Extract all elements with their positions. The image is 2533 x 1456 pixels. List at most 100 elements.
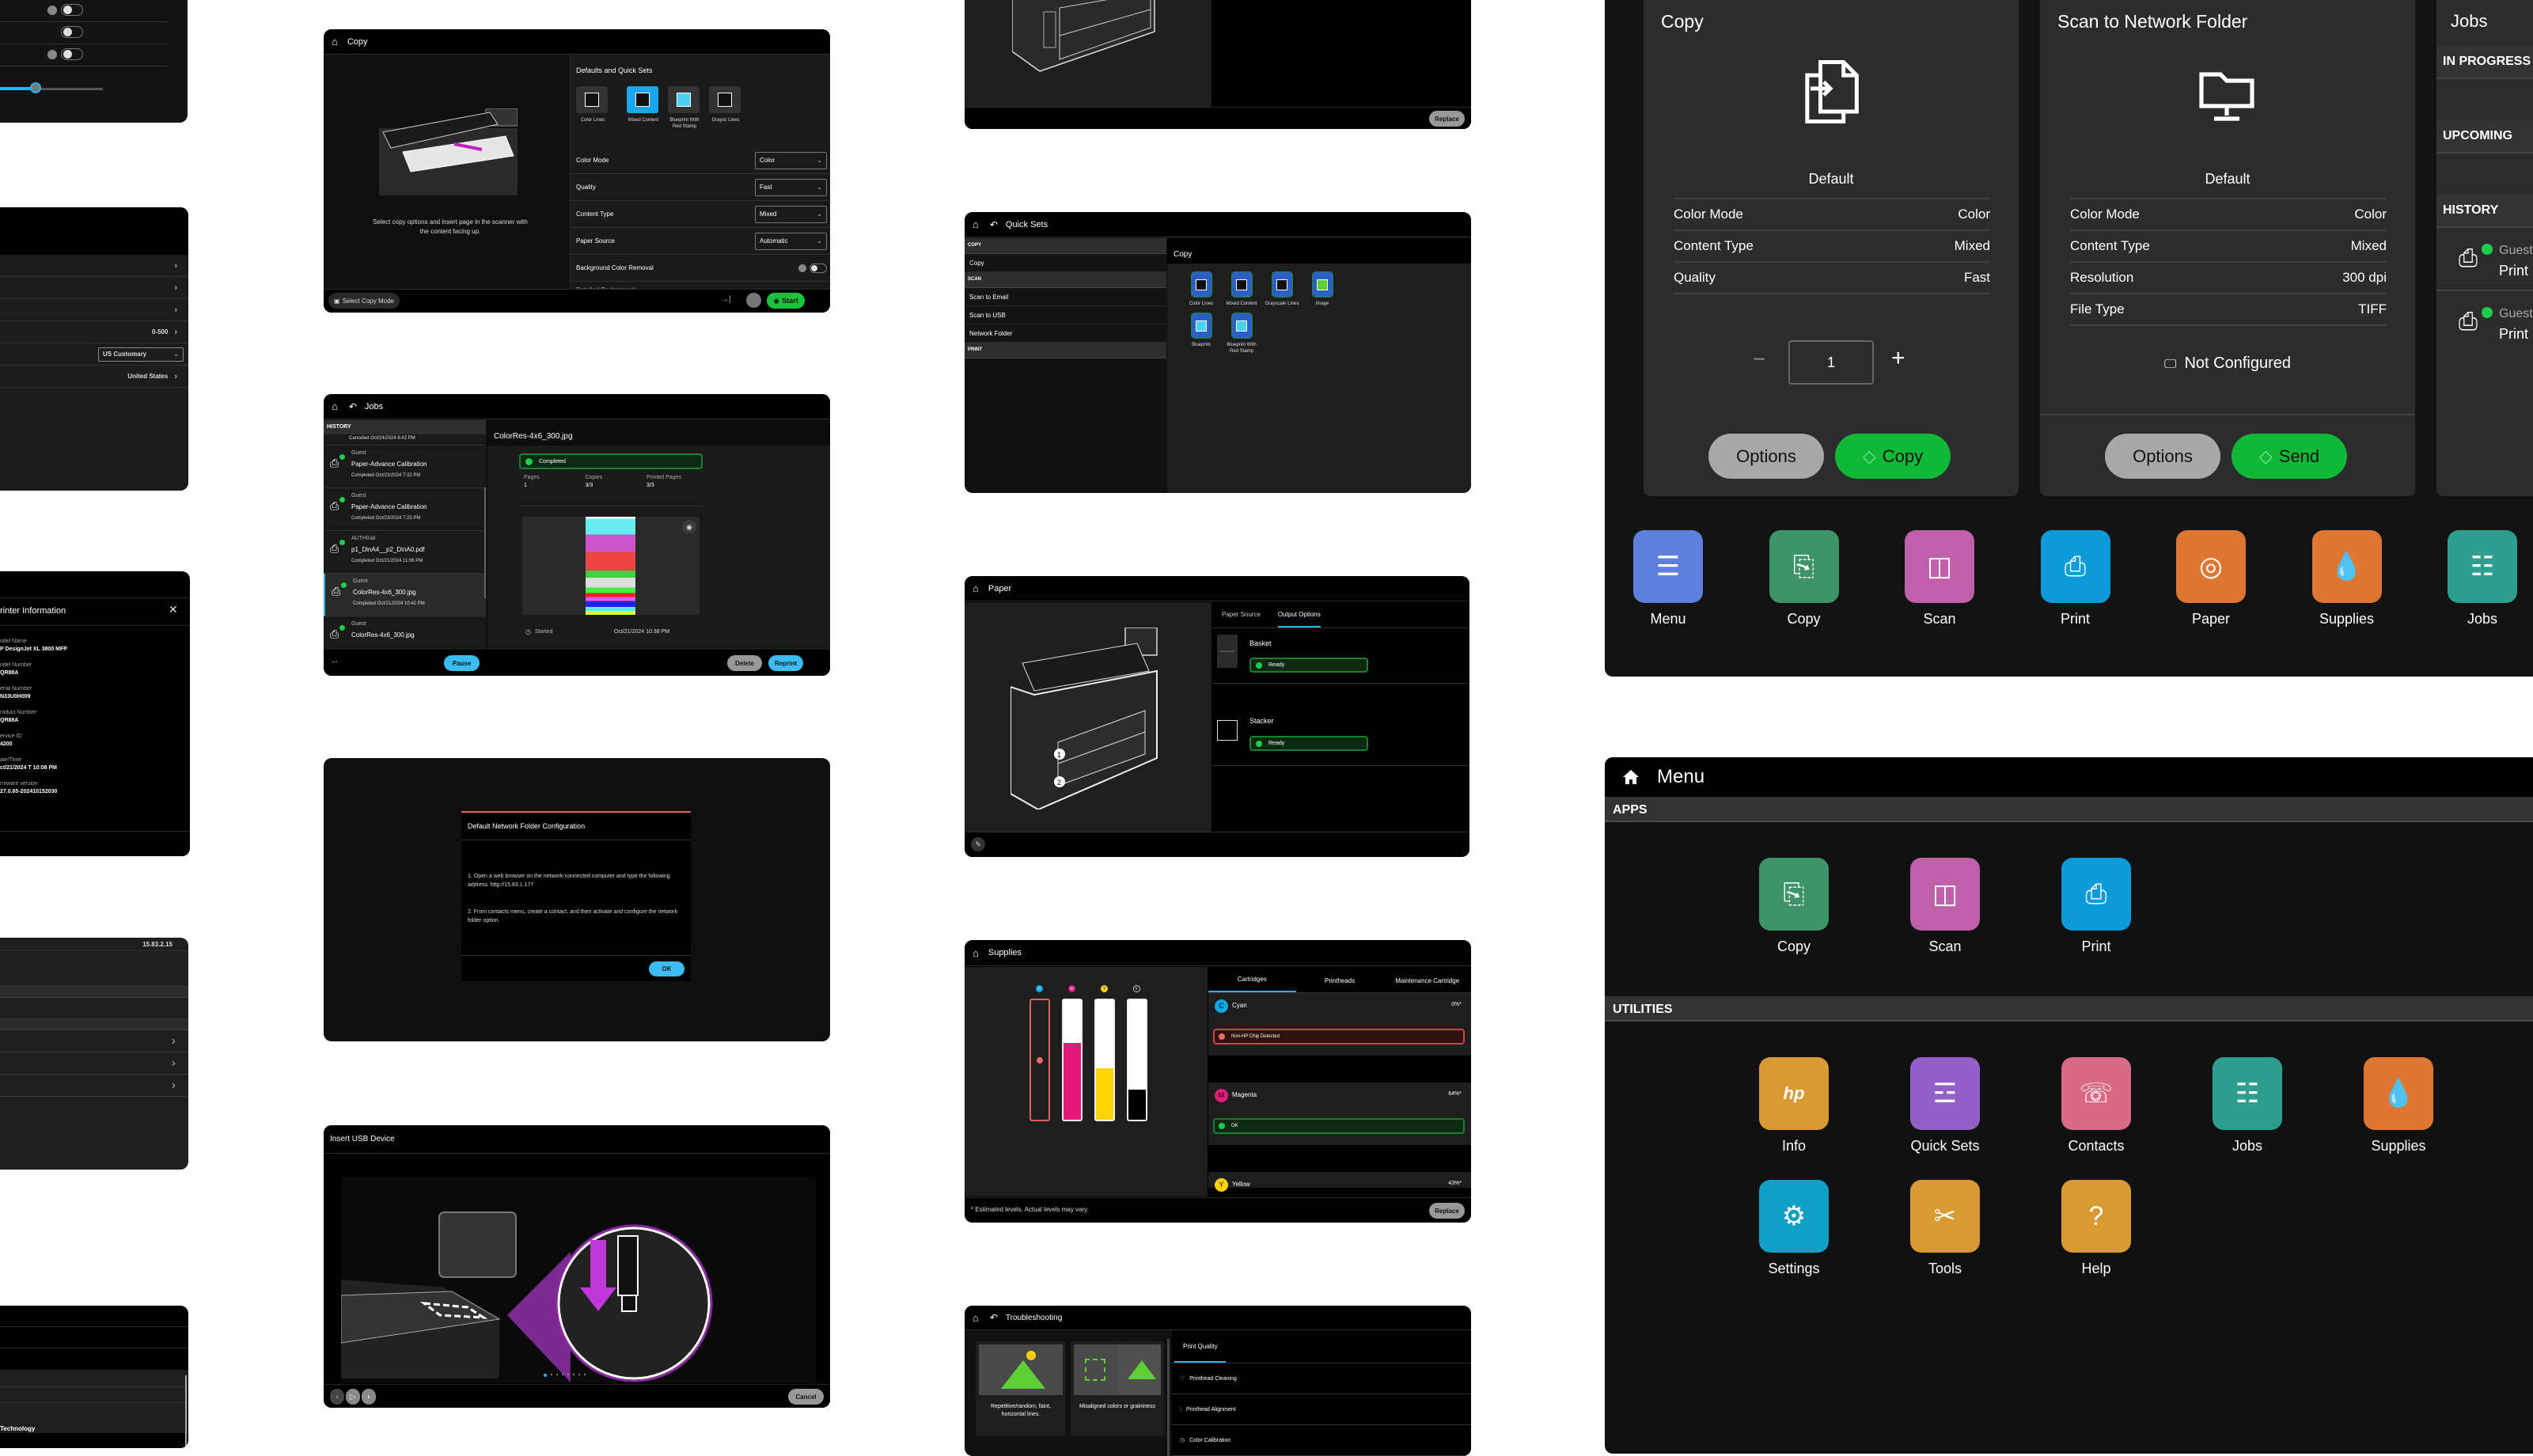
cartridge-item[interactable]: C Cyan 0%* Non-HP Chip Detected [1208, 993, 1471, 1056]
tile-copy[interactable]: ⎘ Copy [1743, 858, 1845, 955]
ink-level-bar[interactable] [1127, 999, 1147, 1121]
copies-increment[interactable]: + [1891, 345, 1905, 372]
settings-round-button[interactable] [746, 293, 761, 308]
settings-list-row[interactable]: United States › [0, 366, 188, 388]
job-list-item[interactable]: ⎙ Guest Print [2436, 293, 2533, 355]
settings-list-row[interactable]: 0-500 › [0, 321, 188, 343]
tab-printheads[interactable]: Printheads [1296, 977, 1384, 992]
tab-paper-source[interactable]: Paper Source [1222, 611, 1261, 628]
home-icon[interactable]: ⌂ [973, 218, 979, 230]
delete-button[interactable]: Delete [727, 655, 762, 671]
quickset-tile[interactable]: Graysc Lines [709, 86, 742, 123]
info-icon[interactable] [47, 50, 57, 59]
page-dot[interactable] [562, 1374, 563, 1375]
setting-dropdown[interactable]: Fast ⌄ [755, 178, 827, 196]
troubleshoot-card[interactable]: Misaligned colors or graininess [1071, 1341, 1164, 1436]
setting-dropdown[interactable]: Mixed ⌄ [755, 205, 827, 223]
sidebar-item[interactable]: Scan to Email [965, 288, 1166, 306]
toggle-switch[interactable] [61, 26, 83, 38]
tile-paper[interactable]: ◎ Paper [2160, 530, 2262, 628]
page-dot[interactable] [551, 1374, 552, 1375]
play-button[interactable]: ▷ [346, 1389, 360, 1405]
home-icon[interactable]: ⌂ [332, 36, 338, 47]
tile-jobs[interactable]: ☷ Jobs [2197, 1057, 2298, 1155]
job-list-item[interactable]: ⎙ Guest Paper-Advance Calibration Completed… [324, 446, 486, 488]
page-dot[interactable] [567, 1374, 569, 1375]
job-list-item[interactable]: ⎙ Guest Print [2436, 229, 2533, 291]
cartridge-item[interactable]: Y Yellow 43%* [1208, 1172, 1471, 1192]
tile-tools[interactable]: ✂ Tools [1894, 1180, 1996, 1277]
sidebar-item[interactable]: Scan to USB [965, 306, 1166, 324]
tab-maintenance-cartridge[interactable]: Maintenance Cartridge [1383, 977, 1471, 992]
sidebar-item[interactable]: Network Folder [965, 324, 1166, 343]
more-button[interactable]: ... [332, 656, 338, 664]
home-icon[interactable]: ⌂ [973, 582, 979, 594]
ok-button[interactable]: OK [649, 961, 684, 976]
send-button[interactable]: ◇ Send [2232, 434, 2347, 479]
skip-icon[interactable]: →| [721, 295, 731, 304]
start-button[interactable]: ◉ Start [767, 293, 805, 309]
copy-start-button[interactable]: ◇ Copy [1835, 434, 1951, 479]
tile-copy[interactable]: ⎘ Copy [1754, 530, 1855, 628]
tile-print[interactable]: ⎙ Print [2025, 530, 2126, 628]
tab-output-options[interactable]: Output Options [1277, 611, 1321, 628]
ink-level-bar[interactable] [1030, 999, 1050, 1121]
troubleshooting-item[interactable]: ⁞ Printhead Alignment [1172, 1394, 1471, 1425]
tile-scan[interactable]: ◫ Scan [1894, 858, 1996, 955]
setting-dropdown[interactable]: Automatic ⌄ [755, 232, 827, 250]
scan-options-button[interactable]: Options [2105, 434, 2220, 479]
tile-jobs[interactable]: ☷ Jobs [2432, 530, 2533, 628]
quickset-tile[interactable]: Blueprint With Red Stamp [668, 86, 701, 130]
troubleshooting-item[interactable]: ♡ Printhead Cleaning [1172, 1363, 1471, 1394]
tile-scan[interactable]: ◫ Scan [1889, 530, 1990, 628]
list-item-label[interactable]: Technology [0, 1425, 35, 1432]
settings-list-row[interactable]: › [0, 277, 188, 299]
page-dot[interactable] [573, 1374, 574, 1375]
replace-button[interactable]: Replace [1429, 111, 1465, 127]
tile-info[interactable]: hp Info [1743, 1057, 1845, 1155]
page-dot[interactable] [556, 1374, 558, 1375]
tab-cartridges[interactable]: Cartridges [1208, 976, 1296, 992]
troubleshooting-item[interactable]: ◷ Color Calibration [1172, 1425, 1471, 1456]
settings-list-row[interactable]: › [0, 255, 188, 277]
output-item[interactable]: BasketReady Basket Ready [1212, 628, 1469, 684]
list-item[interactable]: › [0, 1075, 188, 1097]
tile-print[interactable]: ⎙ Print [2046, 858, 2147, 955]
tile-settings[interactable]: ⚙ Settings [1743, 1180, 1845, 1277]
page-dot[interactable] [584, 1374, 586, 1375]
tile-menu[interactable]: ☰ Menu [1617, 530, 1719, 628]
page-dot[interactable] [578, 1374, 580, 1375]
troubleshoot-card[interactable]: Repetitive/random, faint, horizontal lin… [976, 1341, 1066, 1436]
scrollbar[interactable] [484, 487, 486, 598]
preview-eye-icon[interactable]: ◉ [682, 520, 696, 534]
cartridge-item[interactable]: M Magenta 64%* OK [1208, 1083, 1471, 1145]
home-icon[interactable] [1621, 768, 1641, 787]
tile-supplies[interactable]: 💧 Supplies [2296, 530, 2398, 628]
job-list-item[interactable]: ⎙ AUTH\rial p1_DinA4__p2_DinA0.pdf Complete… [324, 531, 486, 574]
home-icon[interactable]: ⌂ [332, 400, 338, 412]
pause-button[interactable]: Pause [444, 655, 480, 671]
quickset-tile[interactable]: Mixed Content [1223, 271, 1260, 307]
tile-supplies[interactable]: 💧 Supplies [2348, 1057, 2449, 1155]
slider-handle[interactable] [30, 82, 41, 93]
units-dropdown[interactable]: US Customary ⌄ [98, 347, 184, 362]
replace-button[interactable]: Replace [1429, 1203, 1465, 1219]
maintenance-icon[interactable]: ✎ [971, 837, 985, 851]
select-copy-mode-button[interactable]: ▣ Select Copy Mode [328, 293, 400, 309]
back-icon[interactable]: ↶ [349, 401, 357, 412]
quickset-tile[interactable]: Color Lines [576, 86, 609, 123]
quickset-tile[interactable]: Mixed Content [627, 86, 660, 123]
previous-button[interactable]: ‹ [330, 1389, 344, 1405]
page-dot[interactable] [544, 1374, 547, 1377]
copies-input[interactable]: 1 [1788, 340, 1874, 385]
home-icon[interactable]: ⌂ [973, 1312, 979, 1324]
output-item[interactable]: Stacker Ready [1212, 684, 1469, 766]
copies-decrement[interactable]: − [1753, 347, 1765, 372]
tile-contacts[interactable]: ☏ Contacts [2046, 1057, 2147, 1155]
list-item[interactable]: › [0, 1030, 188, 1052]
tab-print-quality[interactable]: Print Quality [1183, 1343, 1218, 1350]
sidebar-item[interactable]: Copy [965, 254, 1166, 272]
close-icon[interactable]: ✕ [169, 603, 178, 616]
info-icon[interactable] [798, 264, 806, 272]
settings-list-row[interactable]: US Customary ⌄ [0, 343, 188, 366]
